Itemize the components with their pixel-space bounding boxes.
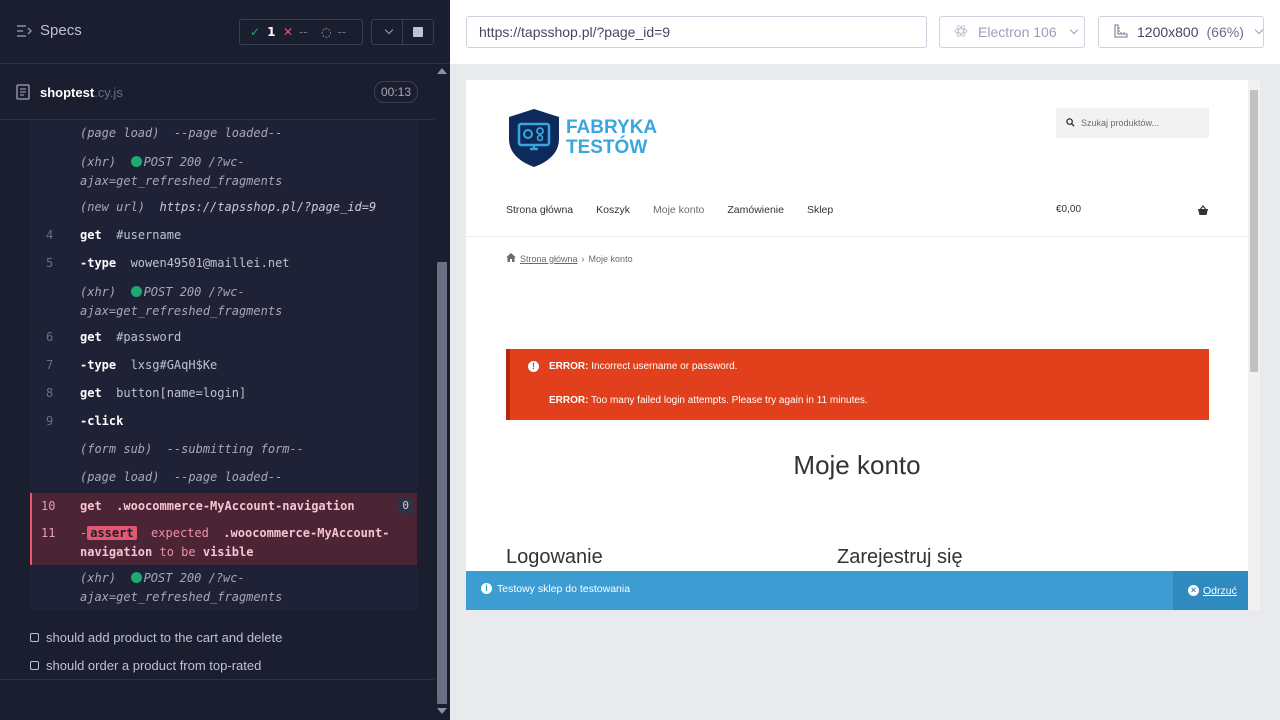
nav-item-my-account[interactable]: Moje konto	[653, 204, 704, 216]
expand-all-button[interactable]	[371, 19, 403, 45]
nav-item-checkout[interactable]: Zamówienie	[727, 204, 784, 216]
basket-icon[interactable]	[1197, 203, 1209, 221]
passed-stat: ✓ 1	[240, 25, 283, 39]
reporter-header: Specs ✓ 1 ✕ -- ◌ --	[0, 0, 450, 64]
aut-header: Electron 106 1200x800 (66%)	[450, 0, 1280, 64]
check-icon: ✓	[250, 25, 261, 39]
command-row[interactable]: 6 get #password	[30, 328, 417, 348]
command-row[interactable]: 7 -type lxsg#GAqH$Ke	[30, 356, 417, 376]
specs-toggle[interactable]: Specs	[16, 22, 82, 39]
site-logo[interactable]: FABRYKA TESTÓW	[506, 107, 657, 169]
command-row[interactable]: (new url) https://tapsshop.pl/?page_id=9	[30, 198, 417, 218]
close-icon: ×	[1188, 585, 1199, 596]
viewport-selector[interactable]: 1200x800 (66%)	[1098, 16, 1264, 48]
dismiss-notice-button[interactable]: × Odrzuć	[1173, 571, 1248, 610]
test-stats: ✓ 1 ✕ -- ◌ --	[239, 19, 363, 45]
assert-label: assert	[87, 526, 137, 540]
preview-scroll-thumb[interactable]	[1250, 90, 1258, 372]
pending-icon: ◌	[321, 25, 332, 39]
pending-stat: ◌ --	[321, 25, 346, 39]
failed-count: --	[299, 25, 308, 39]
breadcrumb-home-link[interactable]: Strona główna	[520, 254, 578, 264]
element-count-badge: 0	[398, 498, 413, 514]
command-row[interactable]: (xhr) POST 200 /?wc-ajax=get_refreshed_f…	[30, 153, 417, 193]
scroll-down-icon[interactable]	[437, 708, 447, 714]
url-input[interactable]	[466, 16, 927, 48]
stop-button[interactable]	[402, 19, 434, 45]
failed-command-row[interactable]: 10 get .woocommerce-MyAccount-navigation…	[30, 493, 417, 521]
command-row[interactable]: 8 get button[name=login]	[30, 384, 417, 404]
search-placeholder: Szukaj produktów...	[1081, 118, 1160, 128]
test-item[interactable]: should order a product from top-rated	[30, 658, 261, 673]
stop-icon	[413, 27, 423, 37]
product-search-input[interactable]: Szukaj produktów...	[1056, 108, 1209, 138]
breadcrumb-separator: ›	[581, 253, 585, 264]
nav-item-shop[interactable]: Sklep	[807, 204, 833, 216]
spec-duration: 00:13	[374, 81, 419, 103]
command-log: (page load) --page loaded-- (xhr) POST 2…	[30, 120, 417, 610]
pending-test-icon	[30, 661, 39, 670]
breadcrumb: Strona główna › Moje konto	[506, 253, 633, 264]
logo-text: FABRYKA TESTÓW	[566, 117, 658, 158]
store-notice-text: Testowy sklep do testowania	[497, 583, 631, 595]
document-icon	[16, 84, 30, 105]
error-message: ERROR: Incorrect username or password.	[549, 361, 738, 372]
app-preview: FABRYKA TESTÓW Szukaj produktów... Stron…	[466, 80, 1248, 610]
chevron-down-icon	[1069, 25, 1078, 35]
spec-file-header[interactable]: shoptest.cy.js 00:13	[0, 64, 434, 120]
passed-count: 1	[267, 25, 276, 39]
page-title: Moje konto	[793, 450, 921, 480]
cross-icon: ✕	[283, 25, 294, 39]
browser-name: Electron 106	[978, 24, 1057, 40]
main-navigation: Strona główna Koszyk Moje konto Zamówien…	[506, 204, 833, 216]
header-divider	[466, 236, 1248, 237]
preview-scrollbar[interactable]	[1248, 80, 1260, 610]
browser-selector[interactable]: Electron 106	[939, 16, 1085, 48]
command-row[interactable]: (xhr) POST 200 /?wc-ajax=get_refreshed_f…	[30, 283, 417, 323]
cart-total[interactable]: €0,00	[1056, 204, 1081, 215]
chevron-down-icon	[1254, 25, 1264, 35]
error-icon: !	[528, 361, 539, 372]
command-row[interactable]: (page load) --page loaded--	[30, 124, 417, 144]
test-item[interactable]: should add product to the cart and delet…	[30, 630, 282, 645]
error-notice: ! ERROR: Incorrect username or password.…	[506, 349, 1209, 420]
pending-test-icon	[30, 633, 39, 642]
electron-icon	[954, 24, 968, 41]
failed-stat: ✕ --	[283, 25, 321, 39]
status-dot-icon	[130, 286, 142, 297]
shield-logo-icon	[509, 109, 559, 167]
failed-assert-row[interactable]: 11 - assert expected .woocommerce-MyAccou…	[30, 521, 417, 565]
spec-file-name: shoptest.cy.js	[40, 85, 123, 100]
info-icon: i	[481, 583, 492, 594]
nav-item-cart[interactable]: Koszyk	[596, 204, 630, 216]
zoom-level: (66%)	[1206, 24, 1244, 40]
test-reporter: Specs ✓ 1 ✕ -- ◌ -- shoptest.cy.js 00:13…	[0, 0, 450, 720]
home-icon	[506, 253, 516, 264]
divider	[0, 679, 434, 680]
status-dot-icon	[130, 572, 142, 583]
command-row[interactable]: 4 get #username	[30, 226, 417, 246]
chevron-down-icon	[384, 25, 394, 35]
viewport-size: 1200x800	[1137, 24, 1199, 40]
search-icon	[1066, 117, 1075, 129]
menu-icon	[16, 24, 32, 38]
error-message: ERROR: Too many failed login attempts. P…	[549, 395, 868, 406]
nav-item-home[interactable]: Strona główna	[506, 204, 573, 216]
register-heading: Zarejestruj się	[837, 546, 963, 568]
reporter-scroll-thumb[interactable]	[437, 262, 447, 704]
scroll-up-icon[interactable]	[437, 68, 447, 74]
command-row[interactable]: (xhr) POST 200 /?wc-ajax=get_refreshed_f…	[30, 569, 417, 609]
ruler-icon	[1113, 23, 1129, 42]
breadcrumb-current: Moje konto	[588, 253, 633, 264]
specs-label: Specs	[40, 22, 82, 39]
command-row[interactable]: 5 -type wowen49501@maillei.net	[30, 254, 417, 274]
command-row[interactable]: (page load) --page loaded--	[30, 468, 417, 488]
command-row[interactable]: 9 -click	[30, 412, 417, 432]
login-heading: Logowanie	[506, 546, 603, 568]
command-row[interactable]: (form sub) --submitting form--	[30, 440, 417, 460]
status-dot-icon	[130, 156, 142, 167]
store-notice: i Testowy sklep do testowania × Odrzuć	[466, 571, 1248, 610]
pending-count: --	[337, 25, 347, 39]
